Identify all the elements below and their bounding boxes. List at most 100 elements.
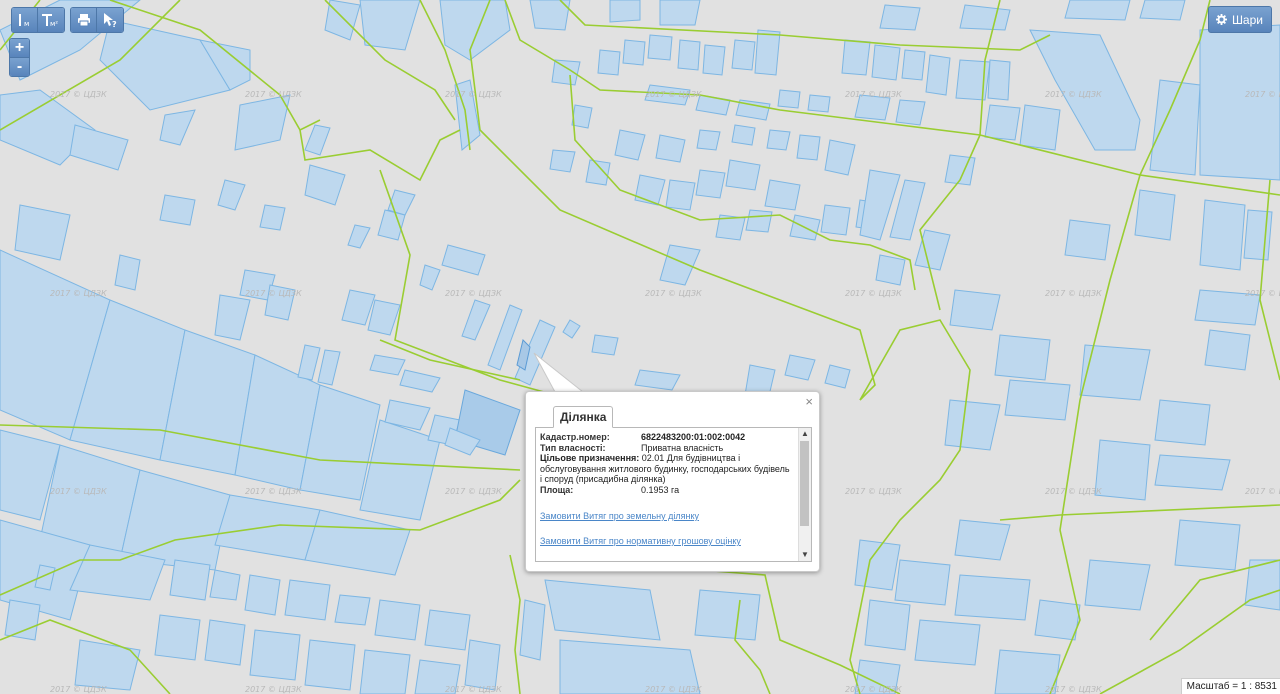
parcel[interactable]: [731, 124, 756, 146]
zoom-in-button[interactable]: +: [10, 39, 29, 58]
parcel[interactable]: [419, 264, 441, 291]
parcel[interactable]: [304, 124, 331, 156]
parcel[interactable]: [665, 179, 696, 211]
parcel[interactable]: [169, 559, 211, 601]
parcel[interactable]: [214, 294, 251, 341]
parcel[interactable]: [374, 599, 421, 641]
parcel[interactable]: [1019, 104, 1061, 151]
parcel[interactable]: [1134, 189, 1176, 241]
parcel[interactable]: [614, 129, 646, 161]
parcel[interactable]: [954, 519, 1011, 561]
parcel[interactable]: [659, 244, 701, 286]
parcel[interactable]: [259, 204, 286, 231]
parcel[interactable]: [914, 229, 951, 271]
parcel[interactable]: [695, 169, 726, 199]
parcel[interactable]: [244, 574, 281, 616]
parcel[interactable]: [439, 0, 511, 61]
parcel[interactable]: [647, 34, 673, 61]
parcel[interactable]: [622, 39, 646, 66]
parcel[interactable]: [359, 0, 421, 51]
scroll-thumb[interactable]: [800, 441, 809, 526]
parcel[interactable]: [879, 4, 921, 31]
parcel[interactable]: [114, 254, 141, 291]
parcel[interactable]: [1243, 209, 1273, 261]
parcel[interactable]: [984, 104, 1021, 141]
parcel[interactable]: [591, 334, 619, 356]
parcel[interactable]: [864, 599, 911, 651]
scroll-down-icon[interactable]: ▼: [799, 549, 811, 561]
parcel[interactable]: [824, 139, 856, 176]
parcel[interactable]: [304, 509, 411, 576]
parcel[interactable]: [1079, 344, 1151, 401]
parcel[interactable]: [334, 594, 371, 626]
parcel[interactable]: [871, 44, 901, 81]
parcel[interactable]: [209, 569, 241, 601]
parcel[interactable]: [895, 99, 926, 126]
parcel[interactable]: [954, 574, 1031, 621]
parcel[interactable]: [854, 539, 901, 591]
parcel[interactable]: [159, 194, 196, 226]
parcel[interactable]: [69, 124, 129, 171]
parcel[interactable]: [1094, 439, 1151, 501]
parcel[interactable]: [796, 134, 821, 161]
parcel[interactable]: [99, 19, 231, 111]
parcel[interactable]: [764, 179, 801, 211]
parcel[interactable]: [1204, 329, 1251, 371]
parcel[interactable]: [696, 129, 721, 151]
parcel[interactable]: [1149, 79, 1201, 176]
parcel[interactable]: [1034, 599, 1081, 641]
parcel[interactable]: [1064, 0, 1131, 21]
layers-button[interactable]: Шари: [1207, 6, 1272, 33]
parcel[interactable]: [875, 254, 906, 286]
measure-length-button[interactable]: м: [12, 8, 38, 32]
parcel[interactable]: [731, 39, 756, 71]
parcel[interactable]: [304, 639, 356, 691]
parcel[interactable]: [369, 354, 406, 376]
cadastral-parcels-layer[interactable]: [0, 0, 1280, 694]
parcel[interactable]: [949, 289, 1001, 331]
parcel[interactable]: [487, 304, 523, 371]
parcel[interactable]: [1154, 399, 1211, 446]
parcel[interactable]: [777, 89, 801, 109]
parcel[interactable]: [304, 164, 346, 206]
parcel[interactable]: [204, 619, 246, 666]
parcel[interactable]: [824, 364, 851, 389]
parcel[interactable]: [284, 579, 331, 621]
parcel[interactable]: [597, 49, 621, 76]
parcel[interactable]: [14, 204, 71, 261]
parcel[interactable]: [1004, 379, 1071, 421]
parcel[interactable]: [367, 299, 401, 336]
parcel[interactable]: [841, 39, 871, 76]
parcel[interactable]: [1174, 519, 1241, 571]
parcel[interactable]: [754, 29, 781, 76]
parcel[interactable]: [609, 0, 641, 23]
scroll-up-icon[interactable]: ▲: [799, 428, 811, 440]
parcel[interactable]: [317, 349, 341, 386]
close-icon[interactable]: ×: [805, 395, 813, 409]
parcel[interactable]: [784, 354, 816, 381]
parcel[interactable]: [217, 179, 246, 211]
parcel[interactable]: [655, 134, 686, 163]
zoom-out-button[interactable]: -: [10, 58, 29, 76]
parcel[interactable]: [702, 44, 726, 76]
parcel[interactable]: [234, 94, 291, 151]
parcel[interactable]: [901, 49, 926, 81]
parcel[interactable]: [441, 244, 486, 276]
parcel[interactable]: [634, 369, 681, 391]
parcel[interactable]: [1199, 199, 1246, 271]
parcel[interactable]: [154, 614, 201, 661]
parcel[interactable]: [677, 39, 701, 71]
parcel[interactable]: [1199, 24, 1280, 181]
parcel[interactable]: [571, 104, 593, 129]
parcel[interactable]: [959, 4, 1011, 31]
parcel[interactable]: [1064, 219, 1111, 261]
parcel[interactable]: [987, 59, 1011, 101]
order-valuation-link[interactable]: Замовити Витяг про нормативну грошову оц…: [540, 536, 794, 546]
popup-scrollbar[interactable]: ▲ ▼: [798, 428, 811, 561]
parcel[interactable]: [745, 209, 773, 233]
identify-button[interactable]: ?: [97, 8, 123, 32]
parcel[interactable]: [549, 149, 576, 173]
tab-parcel[interactable]: Ділянка: [553, 406, 614, 428]
parcel[interactable]: [4, 599, 41, 641]
parcel[interactable]: [297, 344, 321, 381]
